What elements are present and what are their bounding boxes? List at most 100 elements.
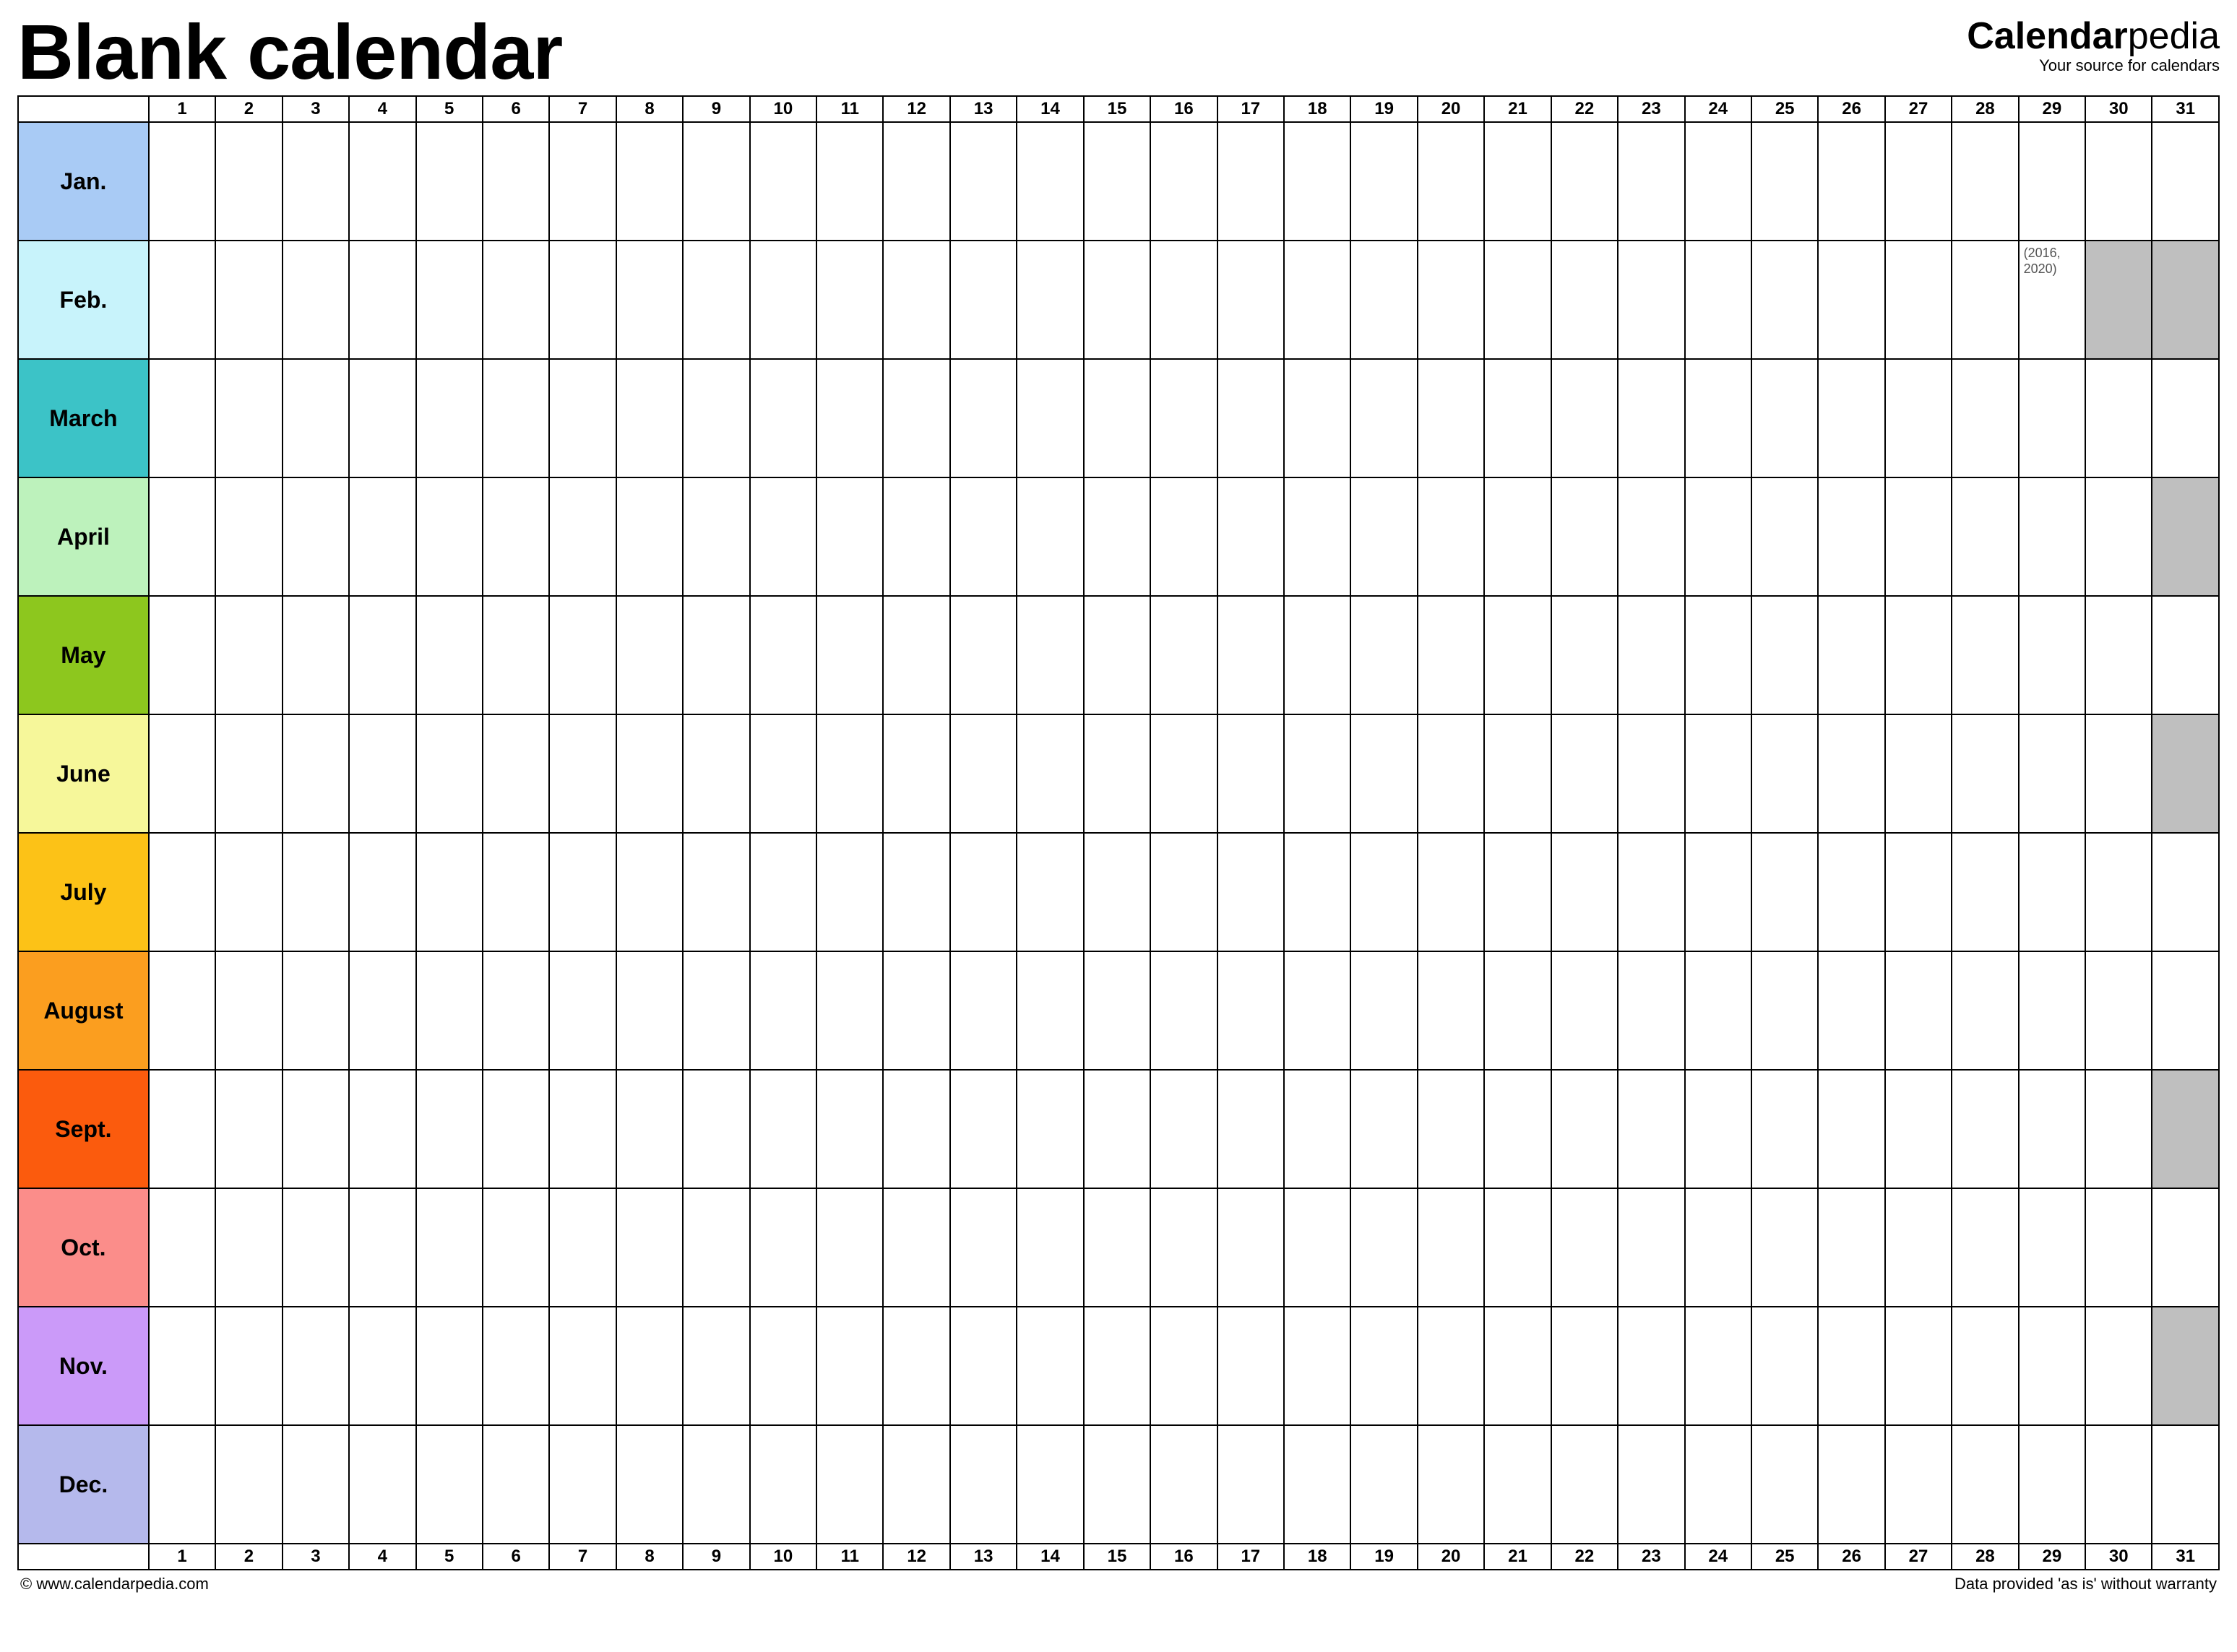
day-cell xyxy=(816,596,883,714)
day-cell xyxy=(1952,1188,2018,1307)
header-day: 27 xyxy=(1885,96,1952,122)
header-day: 5 xyxy=(416,96,483,122)
day-cell xyxy=(616,714,683,833)
day-cell xyxy=(1350,596,1417,714)
day-cell xyxy=(1017,714,1083,833)
day-cell xyxy=(1350,359,1417,477)
day-cell xyxy=(149,1188,215,1307)
day-cell xyxy=(1818,122,1884,241)
day-cell xyxy=(616,241,683,359)
day-cell xyxy=(215,241,282,359)
day-cell xyxy=(1618,1070,1684,1188)
header-day: 24 xyxy=(1685,96,1751,122)
day-cell xyxy=(616,1070,683,1188)
day-cell xyxy=(816,241,883,359)
day-cell xyxy=(1551,359,1618,477)
day-cell xyxy=(2085,477,2152,596)
day-cell xyxy=(149,714,215,833)
day-cell xyxy=(283,1307,349,1425)
month-label: Jan. xyxy=(18,122,149,241)
day-cell xyxy=(1350,477,1417,596)
footer-day: 30 xyxy=(2085,1544,2152,1570)
day-cell xyxy=(1751,477,1818,596)
day-cell xyxy=(549,122,616,241)
day-cell xyxy=(1952,477,2018,596)
day-cell xyxy=(1751,359,1818,477)
day-cell xyxy=(1818,833,1884,951)
day-cell xyxy=(483,1070,549,1188)
header-day: 15 xyxy=(1084,96,1150,122)
day-cell xyxy=(283,1188,349,1307)
day-cell xyxy=(1418,477,1484,596)
day-cell xyxy=(1551,1307,1618,1425)
day-cell xyxy=(1952,241,2018,359)
day-cell xyxy=(1150,596,1217,714)
day-cell xyxy=(283,596,349,714)
day-cell xyxy=(483,359,549,477)
day-cell xyxy=(683,1188,749,1307)
day-cell xyxy=(1150,951,1217,1070)
day-cell xyxy=(1885,833,1952,951)
day-cell xyxy=(883,951,949,1070)
day-cell xyxy=(1952,359,2018,477)
day-cell xyxy=(1150,477,1217,596)
day-cell xyxy=(215,1070,282,1188)
day-cell xyxy=(2019,714,2085,833)
day-cell xyxy=(349,241,415,359)
day-cell xyxy=(1952,596,2018,714)
day-cell xyxy=(1685,241,1751,359)
day-cell xyxy=(349,1425,415,1544)
day-cell xyxy=(2019,1425,2085,1544)
day-cell xyxy=(2085,951,2152,1070)
day-cell xyxy=(283,951,349,1070)
day-cell xyxy=(1818,477,1884,596)
day-cell xyxy=(1084,951,1150,1070)
day-cell xyxy=(1685,122,1751,241)
footer-day: 9 xyxy=(683,1544,749,1570)
day-cell xyxy=(215,1188,282,1307)
footer-day: 2 xyxy=(215,1544,282,1570)
day-cell xyxy=(416,714,483,833)
day-cell xyxy=(1751,833,1818,951)
day-cell xyxy=(1350,122,1417,241)
day-cell xyxy=(283,359,349,477)
day-cell xyxy=(1084,241,1150,359)
day-cell xyxy=(416,241,483,359)
day-cell xyxy=(1284,596,1350,714)
day-cell xyxy=(549,1307,616,1425)
day-cell xyxy=(1952,1070,2018,1188)
day-cell xyxy=(149,1307,215,1425)
day-cell xyxy=(950,833,1017,951)
day-cell xyxy=(349,1070,415,1188)
day-cell xyxy=(149,596,215,714)
brand-tagline: Your source for calendars xyxy=(1967,56,2220,75)
day-cell xyxy=(2152,596,2219,714)
day-cell xyxy=(1418,951,1484,1070)
day-cell xyxy=(483,241,549,359)
day-cell xyxy=(1618,833,1684,951)
day-cell xyxy=(1751,122,1818,241)
month-label: July xyxy=(18,833,149,951)
footer-day: 11 xyxy=(816,1544,883,1570)
day-cell xyxy=(2152,951,2219,1070)
day-cell xyxy=(883,1307,949,1425)
day-cell xyxy=(1217,1425,1284,1544)
footer-day: 27 xyxy=(1885,1544,1952,1570)
day-cell xyxy=(1350,714,1417,833)
month-label: June xyxy=(18,714,149,833)
day-cell xyxy=(1685,477,1751,596)
day-cell xyxy=(1685,1307,1751,1425)
day-cell xyxy=(883,359,949,477)
month-row: July xyxy=(18,833,2219,951)
day-cell xyxy=(1017,477,1083,596)
day-cell xyxy=(1885,477,1952,596)
day-cell xyxy=(483,1425,549,1544)
header-day: 20 xyxy=(1418,96,1484,122)
day-cell xyxy=(2152,1425,2219,1544)
day-cell xyxy=(683,1425,749,1544)
day-cell xyxy=(816,1425,883,1544)
page-title: Blank calendar xyxy=(17,13,562,91)
footer-day: 25 xyxy=(1751,1544,1818,1570)
month-label: Nov. xyxy=(18,1307,149,1425)
day-cell xyxy=(1551,596,1618,714)
